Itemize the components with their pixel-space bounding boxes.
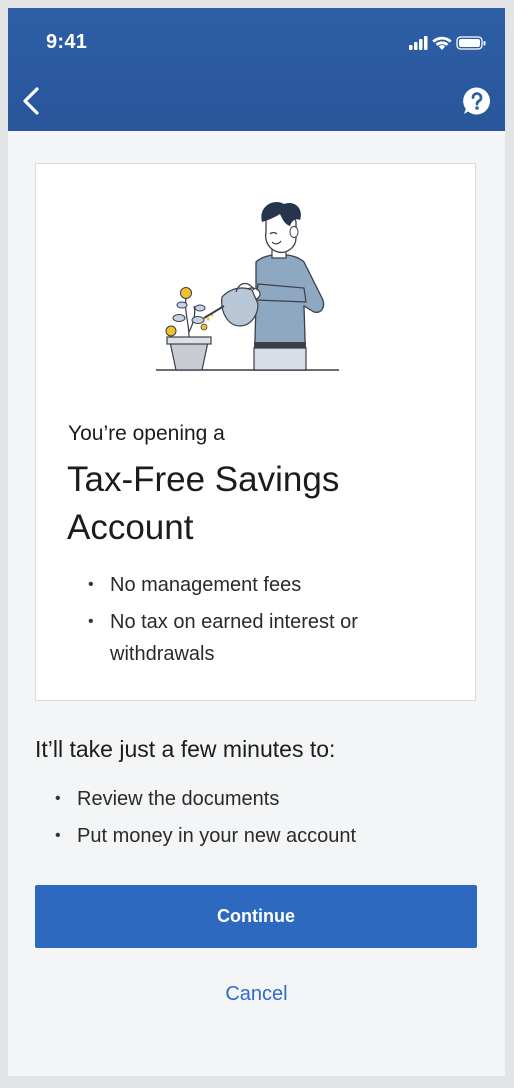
status-icons bbox=[409, 36, 486, 50]
account-benefits-list: • No management fees • No tax on earned in… bbox=[88, 569, 448, 675]
continue-button[interactable]: Continue bbox=[35, 885, 477, 948]
step-text: Review the documents bbox=[77, 788, 280, 810]
list-item: • No tax on earned interest or withdrawal… bbox=[88, 606, 448, 670]
bullet-icon: • bbox=[88, 613, 94, 630]
steps-heading: It’ll take just a few minutes to: bbox=[35, 736, 336, 762]
signal-icon bbox=[409, 36, 428, 50]
benefit-text: No management fees bbox=[110, 574, 302, 596]
account-type-title: Tax-Free Savings Account bbox=[67, 460, 340, 547]
list-item: • No management fees bbox=[88, 569, 448, 601]
back-icon[interactable] bbox=[16, 84, 50, 118]
status-time: 9:41 bbox=[46, 31, 88, 53]
step-text: Put money in your new account bbox=[77, 825, 357, 847]
benefit-text: No tax on earned interest or withdrawals bbox=[110, 611, 358, 665]
help-icon[interactable] bbox=[462, 86, 492, 116]
bullet-icon: • bbox=[55, 790, 61, 807]
bullet-icon: • bbox=[88, 576, 94, 593]
card-intro: You’re opening a bbox=[68, 422, 225, 445]
wifi-icon bbox=[432, 36, 452, 50]
bullet-icon: • bbox=[55, 827, 61, 844]
app-header: 9:41 bbox=[8, 8, 505, 131]
account-card: You’re opening a Tax-Free Savings Accoun… bbox=[35, 163, 476, 701]
app-screen: 9:41 You’re opening a Tax-Free Savings A… bbox=[8, 8, 505, 1076]
list-item: • Review the documents bbox=[55, 783, 475, 815]
battery-icon bbox=[456, 36, 486, 50]
steps-list: • Review the documents • Put money in your… bbox=[55, 783, 475, 857]
person-watering-plant-illustration bbox=[156, 202, 339, 371]
list-item: • Put money in your new account bbox=[55, 820, 475, 852]
cancel-link[interactable]: Cancel bbox=[8, 983, 505, 1006]
